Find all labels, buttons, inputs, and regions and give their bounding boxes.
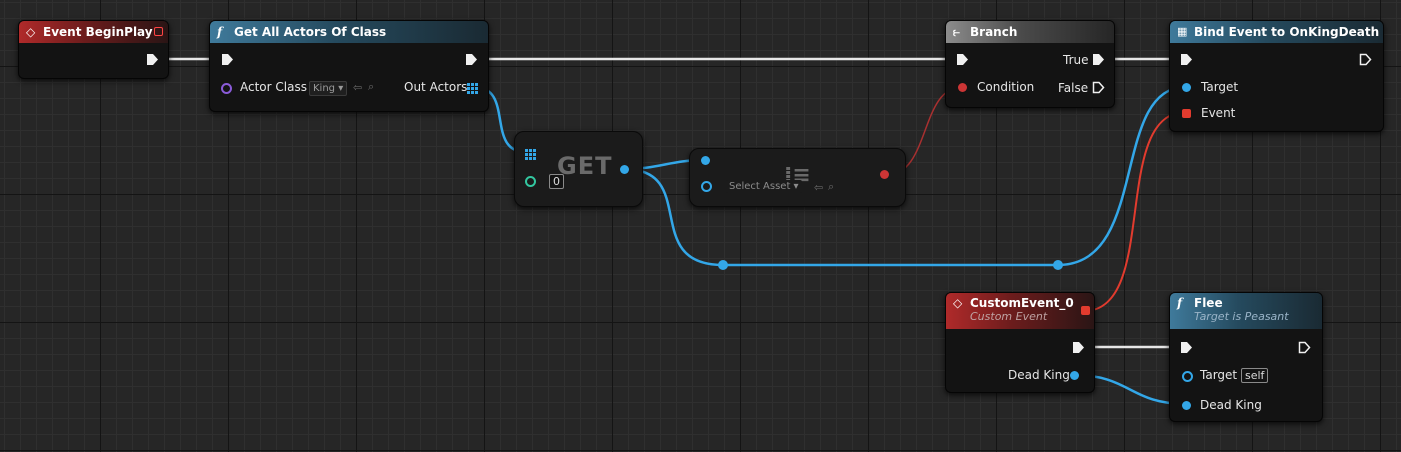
function-icon: f — [1177, 296, 1183, 310]
actor-class-value: King — [313, 83, 336, 94]
actor-class-label: Actor Class — [240, 80, 307, 94]
flee-dead-king-label: Dead King — [1200, 398, 1262, 412]
flee-node[interactable]: f Flee Target is Peasant Target self Dea… — [1169, 292, 1323, 422]
dead-king-output-label: Dead King — [1008, 368, 1070, 382]
reroute-knot-left[interactable] — [718, 260, 728, 270]
out-actors-array-pin-icon[interactable] — [467, 83, 478, 94]
is-valid-object-input-pin[interactable] — [701, 156, 710, 165]
index-value[interactable]: 0 — [549, 174, 564, 189]
get-all-actors-header[interactable]: f Get All Actors Of Class — [210, 21, 488, 43]
bind-target-pin[interactable] — [1182, 83, 1191, 92]
branch-true-label: True — [1063, 53, 1089, 67]
custom-event-node[interactable]: ◇ CustomEvent_0 Custom Event Dead King — [945, 292, 1095, 393]
bind-event-title: Bind Event to OnKingDeath — [1194, 25, 1380, 39]
is-valid-node[interactable]: ⁞≡ Select Asset ▾ ⇦ ⌕ — [689, 148, 906, 207]
branch-title: Branch — [970, 25, 1018, 39]
custom-event-delegate-output-pin[interactable] — [1081, 306, 1090, 315]
array-input-pin-icon[interactable] — [525, 149, 536, 160]
browse-magnifier-icon[interactable]: ⌕ — [828, 181, 834, 193]
index-pin[interactable] — [525, 176, 536, 187]
flee-target-value[interactable]: self — [1241, 368, 1269, 383]
array-get-output-pin[interactable] — [620, 165, 629, 174]
actor-class-dropdown[interactable]: King ▾ — [309, 81, 348, 96]
event-beginplay-header[interactable]: ◇ Event BeginPlay — [19, 21, 168, 43]
event-beginplay-title: Event BeginPlay — [43, 25, 153, 39]
dead-king-output-pin[interactable] — [1070, 371, 1079, 380]
is-valid-bool-output-pin[interactable] — [880, 170, 889, 179]
event-diamond-icon: ◇ — [953, 296, 963, 310]
out-actors-label: Out Actors — [404, 80, 468, 94]
flee-header[interactable]: f Flee Target is Peasant — [1170, 293, 1322, 329]
actor-class-pin[interactable] — [221, 83, 232, 94]
select-asset-dropdown[interactable]: Select Asset ▾ — [726, 180, 802, 193]
delegate-wire-custom-event — [1083, 111, 1187, 312]
use-selected-arrow-icon[interactable]: ⇦ — [353, 82, 362, 94]
custom-event-subtitle: Custom Event — [970, 310, 1048, 323]
bind-target-label: Target — [1201, 80, 1239, 94]
flee-target-label: Target — [1200, 368, 1238, 382]
branch-false-label: False — [1058, 81, 1089, 95]
flee-subtitle: Target is Peasant — [1194, 310, 1289, 323]
array-get-node[interactable]: GET 0 — [514, 131, 643, 207]
delegate-bind-icon: ▦ — [1177, 25, 1188, 38]
flee-dead-king-pin[interactable] — [1182, 401, 1191, 410]
branch-node[interactable]: ⥼ Branch True Condition False — [945, 20, 1115, 108]
branch-header[interactable]: ⥼ Branch — [946, 21, 1114, 43]
asset-input-pin[interactable] — [701, 181, 712, 192]
get-node-title: GET — [557, 152, 613, 180]
use-selected-arrow-icon[interactable]: ⇦ — [814, 182, 823, 194]
flee-title: Flee — [1194, 296, 1223, 310]
custom-event-title: CustomEvent_0 — [970, 296, 1074, 310]
bind-event-delegate-pin[interactable] — [1182, 109, 1191, 118]
event-diamond-icon: ◇ — [26, 25, 36, 39]
condition-label: Condition — [977, 80, 1035, 94]
custom-event-header[interactable]: ◇ CustomEvent_0 Custom Event — [946, 293, 1094, 329]
bind-event-label: Event — [1201, 106, 1236, 120]
function-icon: f — [217, 25, 223, 39]
browse-magnifier-icon[interactable]: ⌕ — [368, 81, 374, 93]
branch-icon: ⥼ — [953, 25, 960, 39]
get-all-actors-node[interactable]: f Get All Actors Of Class Actor Class Ki… — [209, 20, 489, 112]
condition-pin[interactable] — [958, 83, 967, 92]
bind-event-header[interactable]: ▦ Bind Event to OnKingDeath — [1170, 21, 1383, 43]
bind-event-node[interactable]: ▦ Bind Event to OnKingDeath Target Event — [1169, 20, 1384, 132]
event-beginplay-node[interactable]: ◇ Event BeginPlay — [18, 20, 169, 79]
reroute-knot-right[interactable] — [1053, 260, 1063, 270]
get-all-actors-title: Get All Actors Of Class — [234, 25, 387, 39]
delegate-output-pin[interactable] — [154, 27, 163, 36]
flee-target-pin[interactable] — [1182, 371, 1193, 382]
select-asset-label: Select Asset — [729, 181, 791, 192]
